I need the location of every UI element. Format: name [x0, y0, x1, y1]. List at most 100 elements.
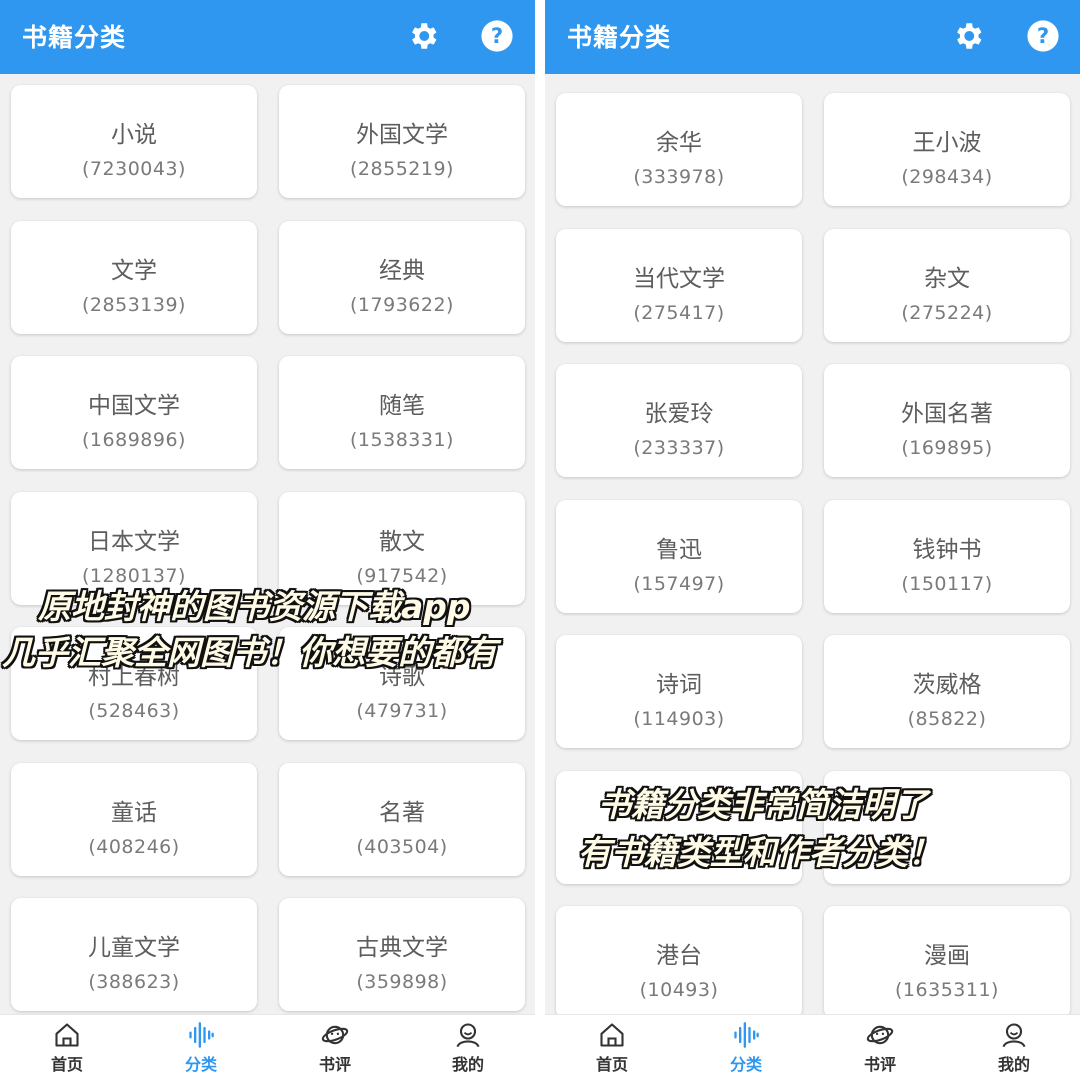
svg-text:?: ? [1037, 24, 1049, 49]
overlay-caption-line: 有书籍类型和作者分类！ [578, 833, 941, 872]
page-title: 书籍分类 [567, 23, 672, 52]
gear-icon[interactable] [951, 19, 985, 53]
overlay-caption-line: 几乎汇聚全网图书！你想要的都有 [2, 633, 497, 672]
category-count: (114903) [633, 708, 725, 730]
category-card[interactable]: 当代文学 (275417) [556, 228, 802, 342]
category-name: 散文 [379, 528, 425, 555]
overlay-caption-line: 原地封神的图书资源下载app [38, 587, 471, 626]
tab-category[interactable]: 分类 [706, 1021, 786, 1075]
category-card[interactable]: 随笔 (1538331) [279, 356, 525, 469]
category-count: (528463) [88, 700, 180, 722]
planet-icon [321, 1021, 349, 1049]
tab-label: 分类 [184, 1055, 217, 1074]
category-card[interactable]: 张爱玲 (233337) [556, 364, 802, 477]
help-icon[interactable]: ? [480, 19, 514, 53]
category-card[interactable]: 外国名著 (169895) [824, 364, 1070, 477]
tab-mine[interactable]: 我的 [428, 1021, 508, 1075]
category-card[interactable]: 茨威格 (85822) [824, 635, 1070, 748]
category-name: 日本文学 [88, 528, 180, 555]
category-name: 钱钟书 [912, 536, 982, 563]
category-card[interactable]: 杂文 (275224) [824, 228, 1070, 342]
category-card[interactable]: 儿童文学 (388623) [11, 898, 257, 1011]
category-count: (85822) [907, 708, 987, 730]
category-card[interactable]: 小说 (7230043) [11, 85, 257, 198]
category-name: 王小波 [912, 130, 982, 156]
category-count: (298434) [901, 166, 993, 188]
category-count: (1538331) [350, 429, 454, 451]
tab-label: 首页 [50, 1055, 83, 1074]
category-card[interactable]: 鲁迅 (157497) [556, 499, 802, 613]
category-card[interactable]: 港台 (10493) [556, 906, 802, 1019]
tab-reviews[interactable]: 书评 [295, 1021, 375, 1075]
home-icon [53, 1021, 81, 1049]
planet-icon [866, 1021, 894, 1049]
category-name: 随笔 [379, 393, 425, 419]
category-count: (233337) [633, 437, 725, 459]
tab-home[interactable]: 首页 [572, 1021, 652, 1075]
category-count: (403504) [356, 835, 448, 858]
category-card[interactable]: 余华 (333978) [556, 93, 802, 206]
tab-label: 首页 [595, 1055, 628, 1074]
phone-right: 书籍分类 ? 余华 (333978) 王小波 (298434) 当代文学 (275417)… [545, 0, 1080, 1080]
category-name: 杂文 [924, 265, 970, 292]
overlay-caption-line: 书籍分类非常简洁明了 [598, 785, 928, 824]
category-name: 张爱玲 [644, 401, 714, 427]
tab-label: 我的 [451, 1055, 484, 1074]
category-count: (2853139) [82, 293, 186, 316]
category-name: 名著 [379, 799, 425, 826]
gear-icon[interactable] [406, 19, 440, 53]
category-card[interactable]: 经典 (1793622) [279, 220, 525, 334]
category-name: 经典 [379, 257, 425, 284]
tab-mine[interactable]: 我的 [974, 1021, 1054, 1075]
help-icon[interactable]: ? [1026, 19, 1060, 53]
app-bar: 书籍分类 ? [545, 0, 1080, 74]
category-card[interactable]: 外国文学 (2855219) [279, 85, 525, 198]
category-count: (479731) [356, 700, 448, 722]
svg-text:?: ? [491, 24, 503, 49]
screenshot-canvas: 书籍分类 ? 小说 (7230043) 外国文学 (2855219) 文学 (285313… [0, 0, 1080, 1080]
category-card[interactable]: 诗词 (114903) [556, 635, 802, 748]
category-count: (2855219) [350, 158, 454, 180]
bottom-tab-bar: 首页 分类 书评 我的 [0, 1014, 535, 1080]
category-card[interactable]: 古典文学 (359898) [279, 898, 525, 1011]
tab-home[interactable]: 首页 [27, 1021, 107, 1075]
category-card[interactable]: 中国文学 (1689896) [11, 356, 257, 469]
category-count: (1635311) [895, 979, 999, 1001]
tab-label: 我的 [997, 1055, 1030, 1074]
person-icon [1000, 1021, 1028, 1049]
category-name: 鲁迅 [656, 536, 702, 563]
bottom-tab-bar: 首页 分类 书评 我的 [545, 1014, 1080, 1080]
category-count: (1793622) [350, 293, 454, 316]
category-count: (359898) [356, 971, 448, 993]
phone-left: 书籍分类 ? 小说 (7230043) 外国文学 (2855219) 文学 (285313… [0, 0, 535, 1080]
category-name: 漫画 [924, 943, 970, 969]
panel-divider [535, 0, 545, 1080]
category-card[interactable]: 童话 (408246) [11, 762, 257, 876]
category-card[interactable]: 漫画 (1635311) [824, 906, 1070, 1019]
category-count: (275224) [901, 301, 993, 324]
category-count: (388623) [88, 971, 180, 993]
category-name: 当代文学 [633, 265, 725, 292]
category-name: 古典文学 [356, 935, 448, 961]
category-name: 中国文学 [88, 393, 180, 419]
category-card[interactable]: 钱钟书 (150117) [824, 499, 1070, 613]
tab-reviews[interactable]: 书评 [840, 1021, 920, 1075]
category-count: (10493) [639, 979, 719, 1001]
category-name: 诗词 [656, 672, 702, 698]
category-card[interactable]: 王小波 (298434) [824, 93, 1070, 206]
category-count: (1689896) [82, 429, 186, 451]
app-bar: 书籍分类 ? [0, 0, 535, 74]
category-count: (408246) [88, 835, 180, 858]
category-card[interactable]: 名著 (403504) [279, 762, 525, 876]
category-name: 文学 [111, 257, 157, 284]
person-icon [454, 1021, 482, 1049]
waveform-icon [187, 1021, 215, 1049]
category-card[interactable]: 文学 (2853139) [11, 220, 257, 334]
category-name: 余华 [656, 130, 702, 156]
category-count: (275417) [633, 301, 725, 324]
tab-label: 书评 [318, 1055, 351, 1074]
waveform-icon [732, 1021, 760, 1049]
category-count: (169895) [901, 437, 993, 459]
tab-category[interactable]: 分类 [161, 1021, 241, 1075]
tab-label: 书评 [863, 1055, 896, 1074]
